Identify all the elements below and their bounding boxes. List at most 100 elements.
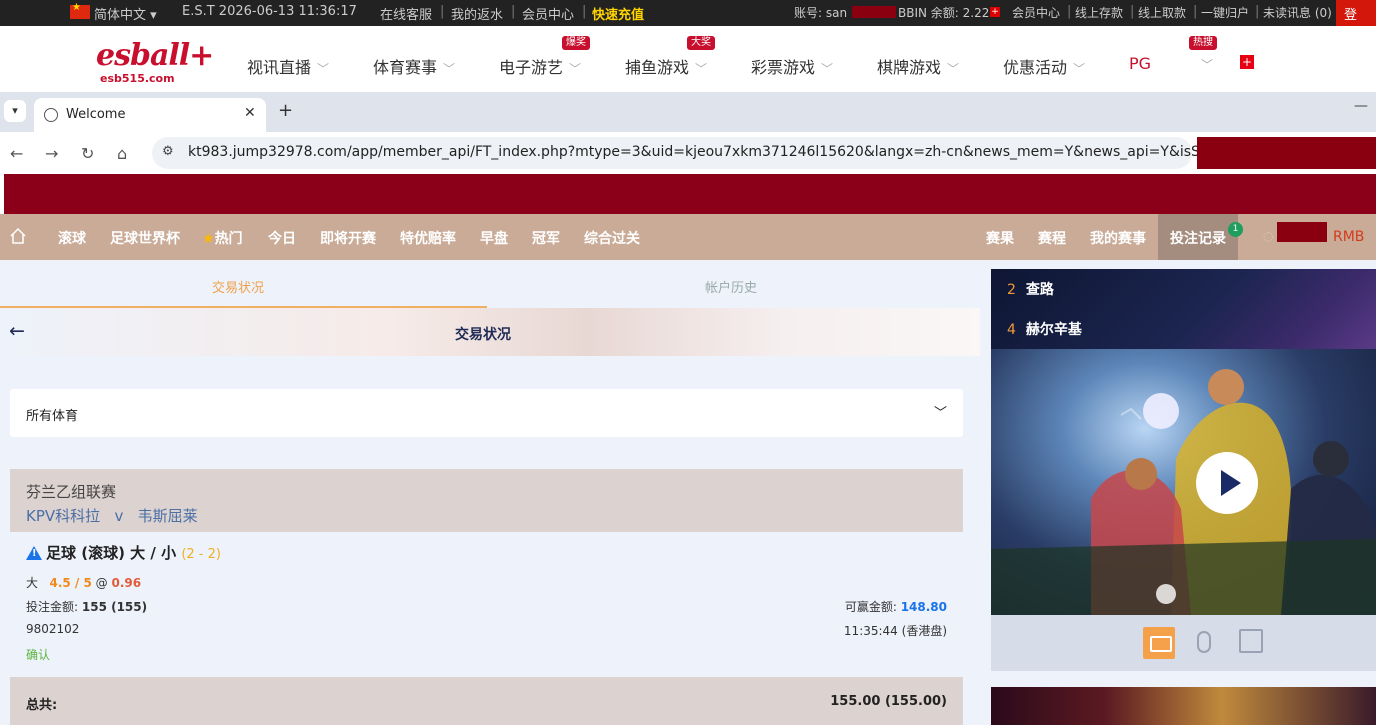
nav-special-odds[interactable]: 特优赔率 (400, 228, 456, 248)
separator: | (582, 4, 587, 19)
separator: | (1130, 4, 1135, 19)
link-rebate[interactable]: 我的返水 (451, 4, 503, 23)
nav-slots[interactable]: 电子游艺 ﹀ (499, 54, 581, 78)
link-unread-messages[interactable]: 未读讯息 (0) (1263, 4, 1332, 21)
redaction-block (1197, 137, 1376, 169)
link-member-center-right[interactable]: 会员中心 (1012, 4, 1060, 21)
rank-number: 4 (1007, 322, 1016, 338)
league-name: 芬兰乙组联赛 (26, 483, 117, 501)
datetime: E.S.T 2026-06-13 11:36:17 (182, 4, 357, 19)
nav-my-events[interactable]: 我的赛事 (1090, 228, 1146, 248)
home-icon[interactable] (9, 227, 27, 245)
link-deposit[interactable]: 线上存款 (1075, 4, 1123, 21)
nav-hot-search[interactable]: ﹀ (1195, 54, 1213, 73)
site-settings-icon[interactable]: ⚙ (162, 144, 174, 159)
nav-label: 热门 (214, 231, 243, 247)
stats-icon[interactable] (1239, 629, 1263, 653)
browser-tab[interactable]: Welcome ✕ (34, 98, 266, 132)
video-player[interactable] (991, 349, 1376, 615)
nav-label: 电子游艺 (499, 58, 564, 77)
nav-popular[interactable]: ★热门 (202, 228, 243, 248)
bet-card-body: 足球 (滚球) 大 / 小 (2 - 2) 大 4.5 / 5 @ 0.96 投… (10, 532, 963, 665)
microphone-icon[interactable] (1197, 631, 1211, 653)
top-bar: 简体中文 ▾ E.S.T 2026-06-13 11:36:17 在线客服 | … (0, 0, 1376, 26)
nav-early[interactable]: 早盘 (480, 228, 508, 248)
tab-list-chevron-icon[interactable]: ▾ (4, 100, 26, 122)
nav-schedule[interactable]: 赛程 (1038, 228, 1066, 248)
separator: | (1255, 4, 1260, 19)
quick-recharge-link[interactable]: 快速充值 (592, 4, 644, 23)
back-arrow-icon[interactable]: ← (9, 320, 25, 342)
ranking-panel: 2 查路 4 赫尔辛基 (991, 269, 1376, 349)
nav-card-games[interactable]: 棋牌游戏 ﹀ (877, 54, 959, 78)
nav-world-cup[interactable]: 足球世界杯 (110, 228, 180, 248)
nav-promotions[interactable]: 优惠活动 ﹀ (1003, 54, 1085, 78)
nav-sports[interactable]: 体育赛事 ﹀ (373, 54, 455, 78)
nav-label: 体育赛事 (373, 58, 438, 77)
nav-label: 彩票游戏 (751, 58, 816, 77)
eye-hide-icon[interactable]: ◌ (1263, 229, 1273, 243)
esball-logo[interactable]: esball+ esb515.com (96, 38, 214, 86)
language-label: 简体中文 (94, 8, 147, 23)
logo-domain: esb515.com (100, 72, 175, 85)
away-team: 韦斯屈莱 (137, 507, 198, 525)
stake-value: 155 (155) (81, 600, 148, 614)
hot-badge: 大奖 (687, 36, 715, 50)
chevron-down-icon: ﹀ (933, 406, 947, 421)
back-icon[interactable]: ← (10, 144, 23, 163)
currency-label: RMB (1333, 229, 1365, 245)
nav-results[interactable]: 赛果 (986, 228, 1014, 248)
site-nav: esball+ esb515.com 视讯直播 ﹀ 体育赛事 ﹀ 爆奖 电子游艺 ﹀ … (0, 34, 1376, 92)
nav-live-video[interactable]: 视讯直播 ﹀ (247, 54, 329, 78)
link-withdraw[interactable]: 线上取款 (1138, 4, 1186, 21)
tv-icon[interactable] (1143, 627, 1175, 659)
bet-time: 11:35:44 (香港盘) (843, 624, 947, 638)
sports-nav: 滚球 足球世界杯 ★热门 今日 即将开赛 特优赔率 早盘 冠军 综合过关 赛果 … (0, 214, 1376, 260)
chevron-down-icon: ﹀ (569, 62, 582, 76)
sport-filter-value: 所有体育 (26, 409, 79, 424)
tab-account-history[interactable]: 帐户历史 (705, 277, 757, 296)
win-value: 148.80 (900, 600, 947, 614)
logo-text: esball+ (96, 38, 214, 73)
ranking-item[interactable]: 4 赫尔辛基 (1007, 319, 1082, 339)
nav-lottery[interactable]: 彩票游戏 ﹀ (751, 54, 833, 78)
browser-address-bar: ← → ↻ ⌂ ⚙ kt983.jump32978.com/app/member… (0, 132, 1376, 174)
tab-transaction-status[interactable]: 交易状况 (212, 277, 264, 296)
link-member-center[interactable]: 会员中心 (522, 4, 574, 23)
plus-icon[interactable]: + (1240, 55, 1254, 69)
nav-parlay[interactable]: 综合过关 (584, 228, 640, 248)
language-selector[interactable]: 简体中文 ▾ (94, 4, 157, 23)
nav-outright[interactable]: 冠军 (532, 228, 560, 248)
hot-search-badge: 热搜 (1189, 36, 1217, 50)
close-icon[interactable]: ✕ (244, 105, 256, 121)
china-flag-icon[interactable] (70, 2, 90, 19)
promo-banner[interactable] (991, 687, 1376, 725)
nav-in-play[interactable]: 滚球 (58, 228, 86, 248)
total-label: 总共: (26, 698, 58, 713)
nav-today[interactable]: 今日 (268, 228, 296, 248)
rank-name: 赫尔辛基 (1025, 322, 1082, 338)
link-customer-service[interactable]: 在线客服 (380, 4, 432, 23)
tab-title: Welcome (66, 107, 126, 122)
nav-fishing[interactable]: 捕鱼游戏 ﹀ (625, 54, 707, 78)
warning-icon (26, 546, 42, 560)
url-field[interactable]: ⚙ kt983.jump32978.com/app/member_api/FT_… (152, 137, 1237, 169)
win-label: 可赢金额: (844, 600, 897, 614)
new-tab-icon[interactable]: + (278, 100, 293, 121)
nav-starting-soon[interactable]: 即将开赛 (320, 228, 376, 248)
nav-bet-record[interactable]: 投注记录 (1170, 228, 1226, 248)
play-icon[interactable] (1196, 452, 1258, 514)
reload-icon[interactable]: ↻ (81, 144, 94, 163)
ranking-item[interactable]: 2 查路 (1007, 279, 1054, 299)
forward-icon[interactable]: → (45, 144, 58, 163)
link-one-click-transfer[interactable]: 一键归户 (1201, 4, 1249, 21)
home-icon[interactable]: ⌂ (117, 144, 127, 163)
sport-filter-dropdown[interactable]: 所有体育 ﹀ (10, 389, 963, 437)
login-button[interactable]: 登 (1336, 0, 1376, 26)
swiss-cross-icon: + (990, 6, 1000, 17)
nav-pg[interactable]: PG (1129, 54, 1151, 73)
nav-label: 优惠活动 (1003, 58, 1068, 77)
bet-record-count-badge: 1 (1228, 222, 1243, 237)
rank-name: 查路 (1025, 282, 1054, 298)
minimize-icon[interactable]: — (1354, 98, 1368, 114)
